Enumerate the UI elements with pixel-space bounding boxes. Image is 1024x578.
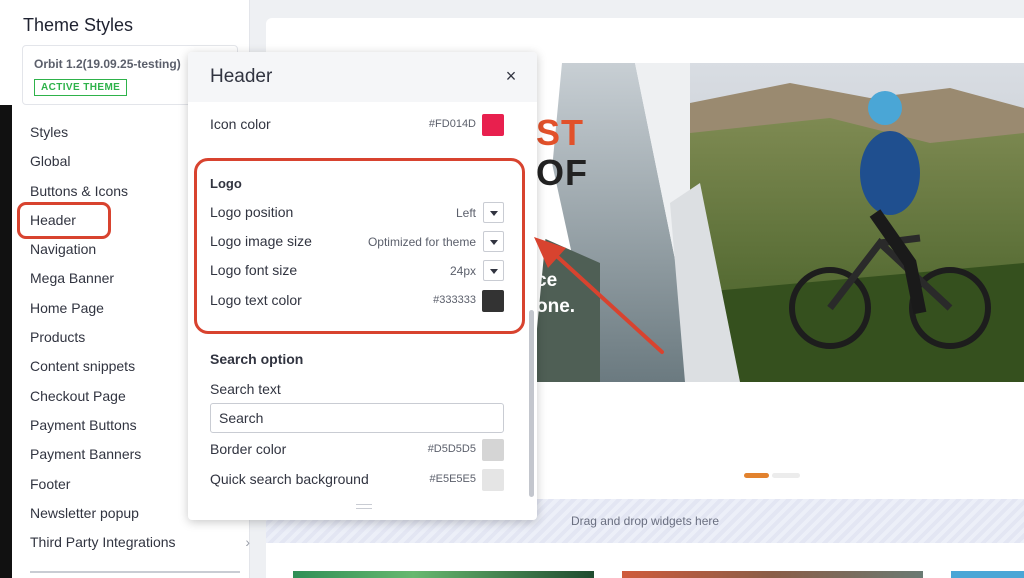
- border-color-value: #D5D5D5: [427, 443, 476, 455]
- sidebar-title: Theme Styles: [23, 15, 134, 35]
- sidebar-item-label: Navigation: [30, 241, 97, 258]
- logo-position-label: Logo position: [210, 204, 294, 220]
- panel-scrollbar[interactable]: [529, 310, 534, 497]
- sidebar-item-label: Mega Banner: [30, 270, 115, 287]
- hero-headline-line2: OF: [536, 152, 588, 193]
- icon-color-label: Icon color: [210, 116, 271, 132]
- logo-position-value: Left: [455, 206, 476, 220]
- sidebar-item-label: Payment Buttons: [30, 416, 137, 433]
- product-thumbnail[interactable]: [951, 571, 1024, 578]
- logo-image-size-row[interactable]: Logo image size Optimized for theme: [210, 230, 504, 254]
- border-color-swatch[interactable]: [482, 439, 504, 461]
- sidebar-item-label: Footer: [30, 475, 71, 492]
- quick-search-bg-row[interactable]: Quick search background #E5E5E5: [210, 468, 504, 492]
- search-text-input[interactable]: [210, 403, 504, 433]
- logo-font-size-dropdown[interactable]: [483, 260, 504, 281]
- logo-section-title: Logo: [210, 176, 242, 191]
- logo-image-size-value: Optimized for theme: [367, 235, 476, 249]
- logo-text-color-row[interactable]: Logo text color #333333: [210, 289, 504, 313]
- panel-resize-handle[interactable]: [356, 504, 372, 509]
- product-thumbnail[interactable]: [622, 571, 923, 578]
- sidebar-item-label: Styles: [30, 124, 69, 140]
- header-settings-panel: Header × Icon color #FD014D Logo Logo po…: [188, 52, 537, 520]
- icon-color-value: #FD014D: [428, 118, 476, 130]
- logo-font-size-label: Logo font size: [210, 262, 298, 278]
- sidebar-divider: [30, 571, 240, 573]
- icon-color-row[interactable]: Icon color #FD014D: [210, 113, 504, 137]
- border-color-label: Border color: [210, 441, 287, 457]
- logo-text-color-value: #333333: [433, 294, 476, 306]
- icon-color-swatch[interactable]: [482, 114, 504, 136]
- logo-font-size-value: 24px: [449, 264, 476, 278]
- logo-position-row[interactable]: Logo position Left: [210, 201, 504, 225]
- sidebar-item-label: Products: [30, 329, 86, 346]
- border-color-row[interactable]: Border color #D5D5D5: [210, 438, 504, 462]
- search-section-title: Search option: [210, 351, 304, 367]
- quick-search-bg-value: #E5E5E5: [429, 473, 476, 485]
- hero-headline-line1: ST: [536, 112, 585, 153]
- quick-search-bg-label: Quick search background: [210, 471, 369, 487]
- product-thumbnail[interactable]: [293, 571, 594, 578]
- sidebar-item-label: Home Page: [30, 299, 104, 316]
- panel-header: Header ×: [188, 52, 537, 102]
- theme-name: Orbit 1.2(19.09.25-testing): [34, 57, 181, 71]
- hero-subtext-line2: one.: [536, 296, 576, 317]
- search-text-label-row: Search text: [210, 378, 504, 402]
- logo-text-color-swatch[interactable]: [482, 290, 504, 312]
- close-icon[interactable]: ×: [500, 65, 522, 87]
- sidebar-item-label: Buttons & Icons: [30, 182, 129, 199]
- left-edge-dark: [0, 105, 12, 578]
- logo-image-size-dropdown[interactable]: [483, 231, 504, 252]
- sidebar-item-label: Payment Banners: [30, 446, 142, 463]
- active-theme-badge: ACTIVE THEME: [34, 79, 128, 96]
- header-item-highlight: [17, 202, 111, 239]
- logo-image-size-label: Logo image size: [210, 233, 312, 249]
- logo-position-dropdown[interactable]: [483, 202, 504, 223]
- sidebar-item-label: Checkout Page: [30, 387, 126, 404]
- quick-search-bg-swatch[interactable]: [482, 469, 504, 491]
- left-edge-strip: [0, 0, 12, 578]
- carousel-indicators: [744, 473, 800, 478]
- logo-text-color-label: Logo text color: [210, 292, 302, 308]
- sidebar-item-label: Content snippets: [30, 358, 136, 375]
- chevron-right-icon: ›: [245, 534, 250, 551]
- carousel-dot-active[interactable]: [744, 473, 769, 478]
- hero-subtext-line1: ce: [536, 270, 558, 291]
- sidebar-item-label: Third Party Integrations: [30, 534, 176, 551]
- sidebar-item-label: Newsletter popup: [30, 504, 139, 521]
- carousel-dot[interactable]: [772, 473, 800, 478]
- search-text-label: Search text: [210, 381, 281, 397]
- logo-font-size-row[interactable]: Logo font size 24px: [210, 259, 504, 283]
- sidebar-item-third-party-integrations[interactable]: Third Party Integrations ›: [30, 528, 250, 557]
- sidebar-item-label: Global: [30, 153, 71, 170]
- panel-title: Header: [210, 66, 273, 87]
